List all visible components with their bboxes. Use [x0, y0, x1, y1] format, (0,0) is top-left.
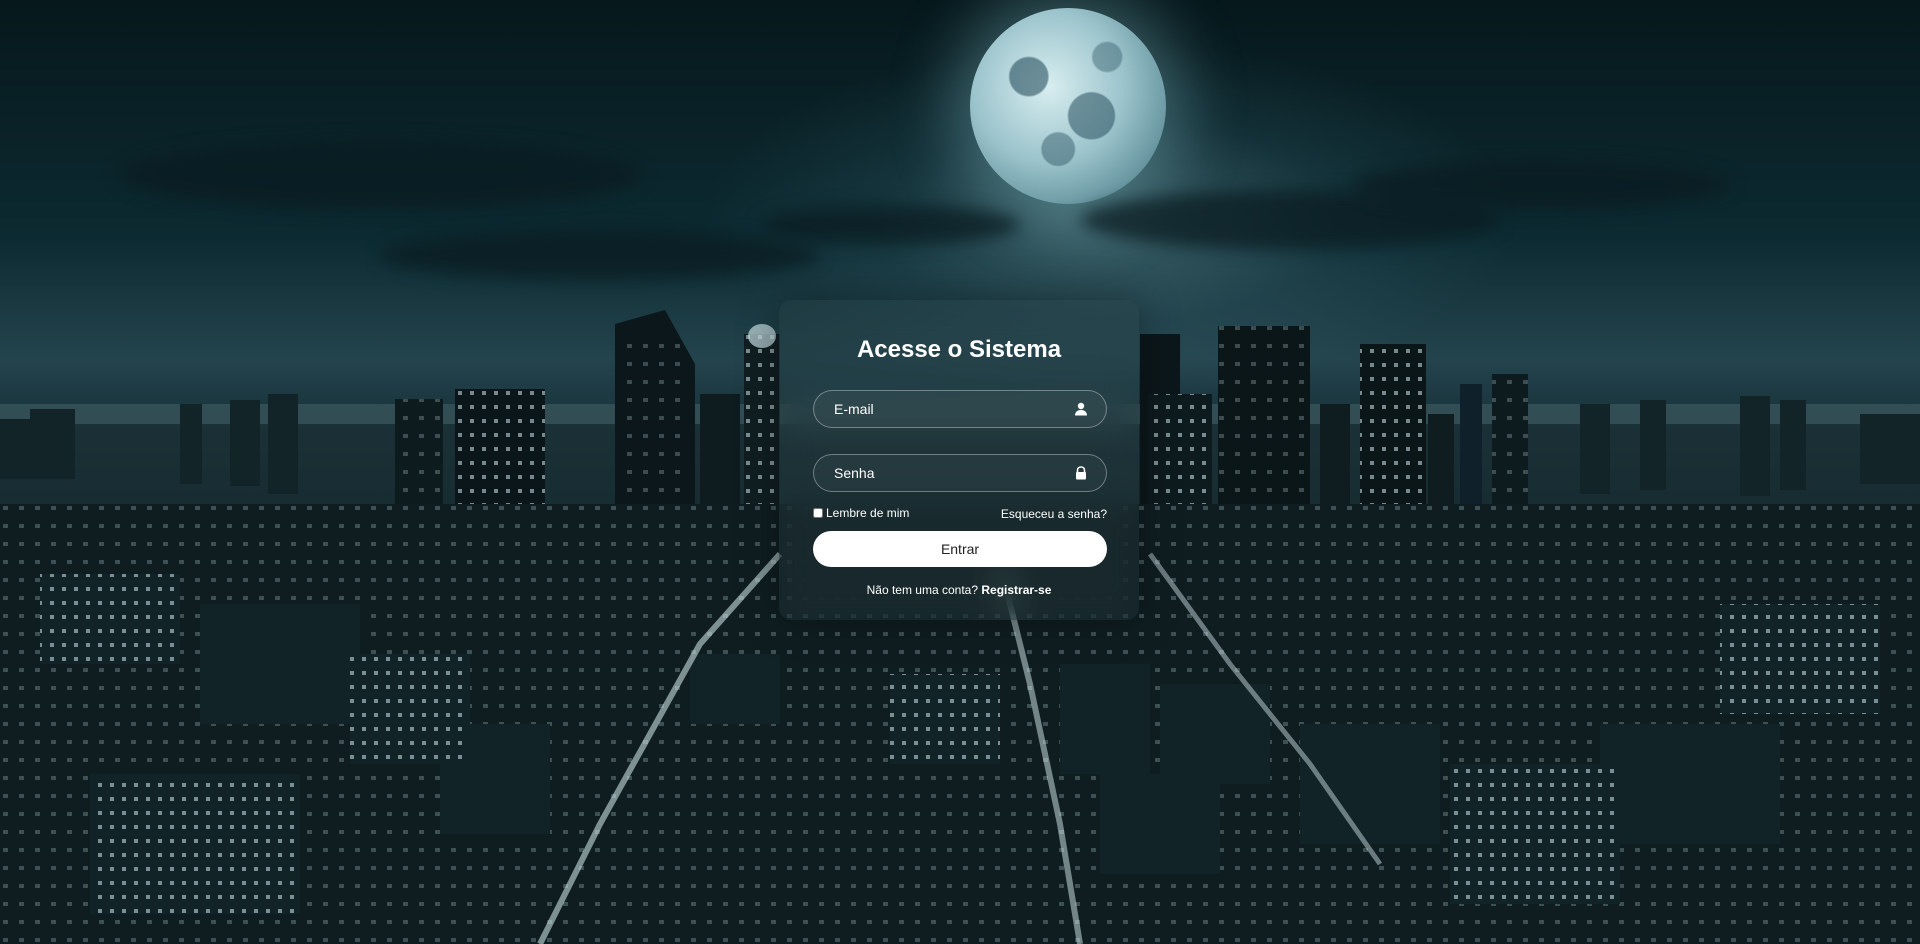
cloud: [120, 140, 640, 210]
forgot-password-link[interactable]: Esqueceu a senha?: [1001, 507, 1107, 521]
page-title: Acesse o Sistema: [856, 336, 1062, 363]
login-button[interactable]: Entrar: [813, 531, 1107, 567]
register-prompt: Não tem uma conta? Registrar-se: [779, 583, 1139, 597]
register-prompt-text: Não tem uma conta?: [866, 583, 979, 597]
lock-icon: [1076, 466, 1086, 480]
email-input[interactable]: [814, 391, 1106, 427]
login-page: Acesse o Sistema Lembre de mim Esqueceu …: [0, 0, 1920, 944]
remember-me[interactable]: Lembre de mim: [813, 506, 909, 520]
moon-image: [970, 8, 1166, 204]
form-options: Lembre de mim Esqueceu a senha?: [813, 506, 1107, 524]
cloud: [380, 230, 820, 280]
cloud: [1350, 160, 1730, 210]
password-input[interactable]: [814, 455, 1106, 491]
cloud: [760, 205, 1020, 245]
email-field[interactable]: [813, 390, 1107, 428]
remember-me-checkbox[interactable]: [813, 508, 823, 518]
register-link[interactable]: Registrar-se: [981, 583, 1051, 597]
remember-me-label: Lembre de mim: [826, 506, 910, 520]
login-form: Acesse o Sistema Lembre de mim Esqueceu …: [779, 300, 1139, 620]
password-field[interactable]: [813, 454, 1107, 492]
user-icon: [1075, 402, 1087, 416]
